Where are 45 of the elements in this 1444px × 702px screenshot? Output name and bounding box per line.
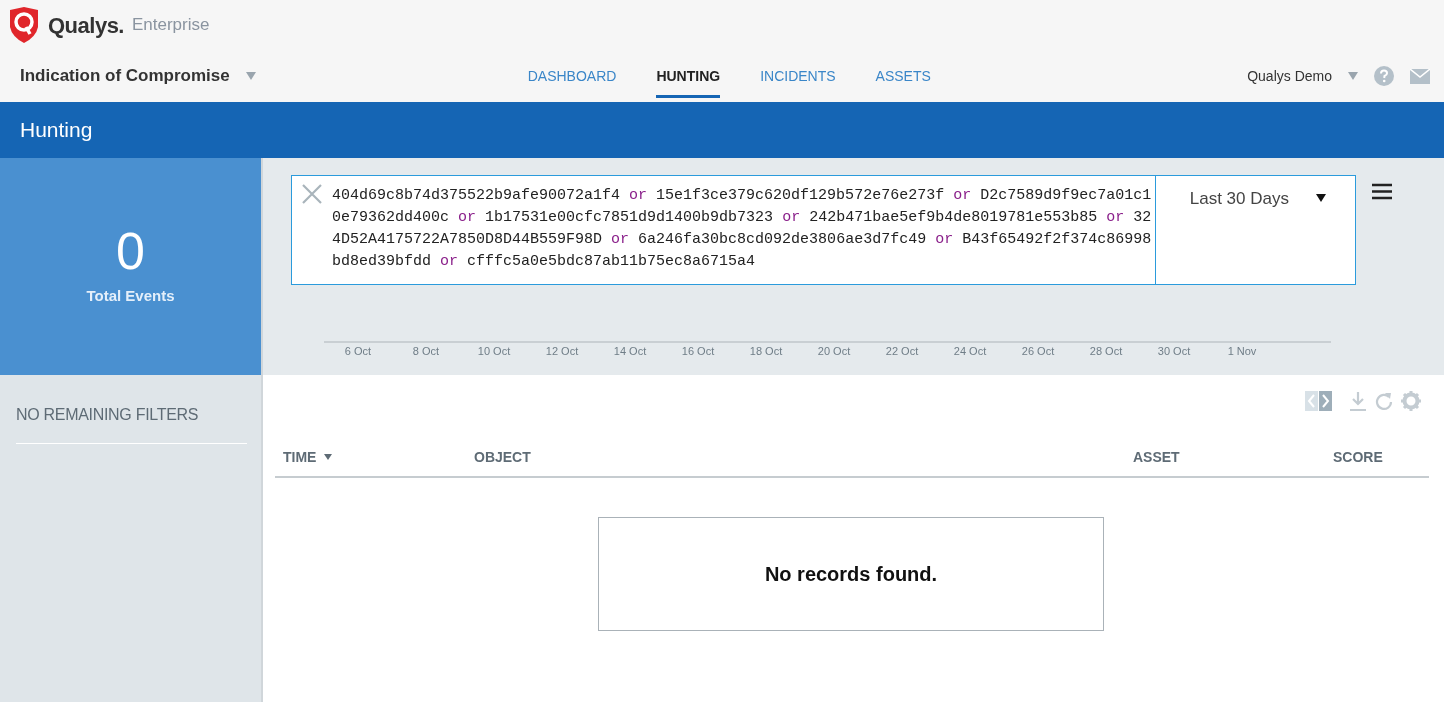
- event-count: 0: [116, 225, 145, 278]
- query-text: 404d69c8b74d375522b9afe90072a1f4 or 15e1f3ce379c620df129b572e76e273f or D2c7589d9f9ec7a01c10e79362dd400c or 1b17531e00cfc7851d9d1400b9db7323 or 242b471bae5ef9b4de8019781e553b85 or 324D52A4175722A7850D8D44B559F98D or 6a246fa30bc8cd092de3806ae3d7fc49 or B43f65492f2f374c86998bd8ed39bfdd or cfffc5a0e5bdc87ab11b75ec8a6715a4: [332, 186, 1153, 272]
- nav-tab[interactable]: HUNTING: [656, 54, 721, 98]
- timeline-label: 16 Oct: [680, 344, 716, 359]
- mail-icon[interactable]: [1410, 68, 1430, 84]
- page-arrows-icon[interactable]: [1305, 391, 1333, 411]
- timeline-label: 1 Nov: [1226, 344, 1258, 359]
- sort-caret-icon[interactable]: [324, 454, 333, 460]
- timeline-label: 22 Oct: [884, 344, 920, 359]
- timeline-label: 12 Oct: [544, 344, 580, 359]
- timeline-label: 14 Oct: [612, 344, 648, 359]
- date-range-dropdown[interactable]: Last 30 Days: [1154, 176, 1336, 284]
- app-title: Indication of Compromise: [20, 65, 230, 88]
- filters-title: NO REMAINING FILTERS: [16, 403, 247, 444]
- timeline-label: 20 Oct: [816, 344, 852, 359]
- nav-tab[interactable]: DASHBOARD: [527, 54, 617, 98]
- timeline-label: 26 Oct: [1020, 344, 1056, 359]
- dropdown-caret-icon[interactable]: [1315, 194, 1326, 202]
- timeline-label: 28 Oct: [1088, 344, 1124, 359]
- timeline-label: 24 Oct: [952, 344, 988, 359]
- help-icon[interactable]: [1374, 66, 1394, 86]
- column-header[interactable]: SCORE: [1333, 446, 1383, 468]
- column-header[interactable]: TIME: [283, 446, 317, 468]
- close-icon[interactable]: [302, 184, 322, 204]
- timeline-label: 30 Oct: [1156, 344, 1192, 359]
- event-count-label: Total Events: [86, 286, 175, 307]
- search-field[interactable]: [291, 175, 1356, 285]
- refresh-icon[interactable]: [1375, 391, 1393, 411]
- column-header[interactable]: OBJECT: [474, 446, 531, 468]
- page-title: Hunting: [20, 117, 93, 144]
- menu-icon[interactable]: [1372, 183, 1392, 200]
- empty-message: No records found.: [598, 517, 1104, 631]
- shield-logo-icon: [8, 7, 40, 43]
- nav-tab[interactable]: ASSETS: [875, 54, 931, 98]
- product-name: Enterprise: [132, 14, 210, 37]
- timeline-label: 10 Oct: [476, 344, 512, 359]
- download-icon[interactable]: [1349, 391, 1367, 411]
- timeline-label: 6 Oct: [343, 344, 373, 359]
- brand-name: Qualys.: [48, 11, 124, 40]
- settings-icon[interactable]: [1401, 391, 1421, 411]
- user-menu[interactable]: Qualys Demo: [1247, 65, 1332, 87]
- column-header[interactable]: ASSET: [1133, 446, 1180, 468]
- nav-tab[interactable]: INCIDENTS: [760, 54, 836, 98]
- timeline-label: 18 Oct: [748, 344, 784, 359]
- timeline-label: 8 Oct: [411, 344, 441, 359]
